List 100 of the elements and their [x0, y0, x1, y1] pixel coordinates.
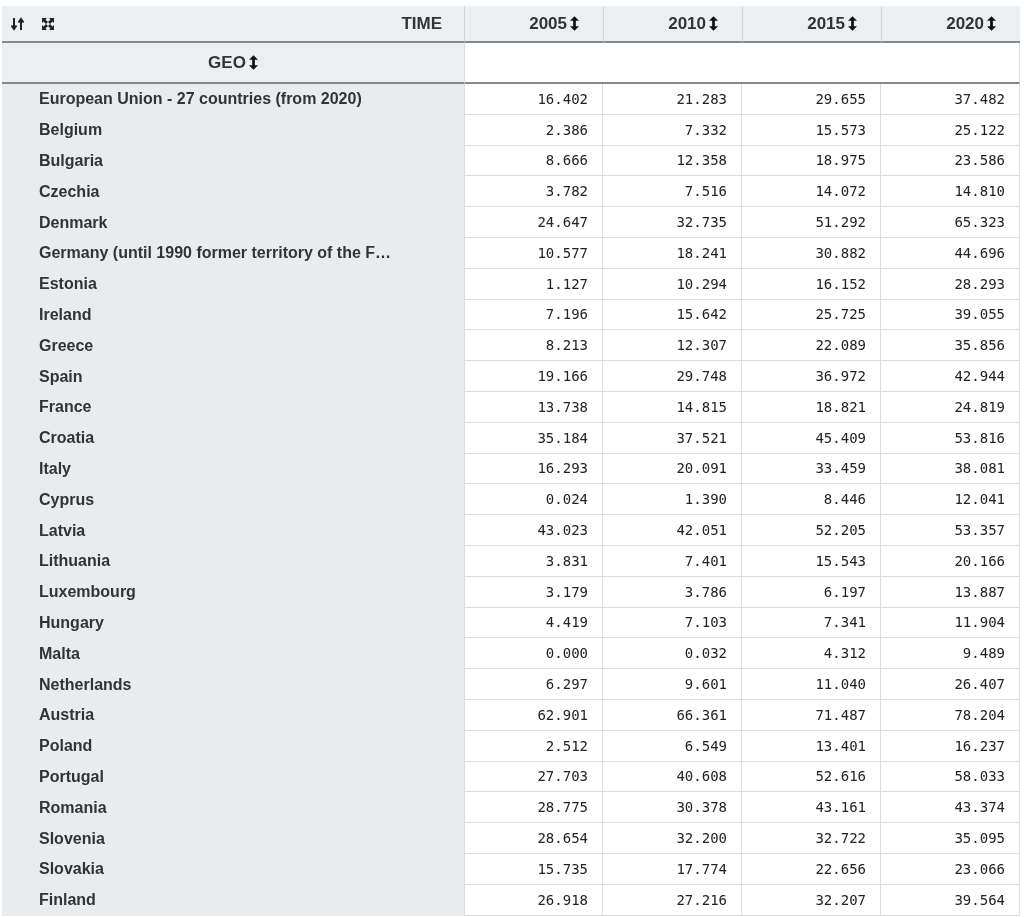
table-cell: 0.024 — [464, 484, 603, 516]
table-cell: 14.072 — [742, 176, 881, 208]
table-cell: 15.642 — [603, 299, 742, 331]
table-cell: 45.409 — [742, 422, 881, 454]
column-header[interactable]: 2010 — [603, 6, 742, 43]
table-cell: 53.816 — [881, 422, 1020, 454]
table-cell: 32.207 — [742, 884, 881, 916]
table-cell: 16.152 — [742, 268, 881, 300]
sort-icon[interactable] — [848, 16, 857, 31]
table-cell: 27.216 — [603, 884, 742, 916]
table-cell: 30.882 — [742, 238, 881, 269]
row-label: Italy — [2, 453, 464, 485]
row-label: Austria — [2, 699, 464, 731]
table-cell: 18.821 — [742, 391, 881, 423]
row-label: Spain — [2, 361, 464, 392]
table-cell: 53.357 — [881, 515, 1020, 546]
table-cell: 2.512 — [464, 730, 603, 762]
table-cell: 0.032 — [603, 638, 742, 670]
table-cell: 20.166 — [881, 545, 1020, 577]
table-cell: 39.055 — [881, 299, 1020, 331]
row-label: Croatia — [2, 422, 464, 454]
sort-icon[interactable] — [709, 16, 718, 31]
table-cell: 7.401 — [603, 545, 742, 577]
table-cell: 6.297 — [464, 669, 603, 700]
table-cell: 25.122 — [881, 114, 1020, 146]
row-label: Portugal — [2, 761, 464, 793]
table-cell: 28.654 — [464, 823, 603, 854]
row-label: Poland — [2, 730, 464, 762]
table-cell: 7.341 — [742, 607, 881, 639]
table-cell: 10.577 — [464, 238, 603, 269]
table-cell: 30.378 — [603, 792, 742, 824]
table-cell: 32.735 — [603, 207, 742, 238]
table-cell: 11.904 — [881, 607, 1020, 639]
expand-icon[interactable] — [41, 16, 55, 31]
table-cell: 3.786 — [603, 576, 742, 608]
table-cell: 12.307 — [603, 330, 742, 362]
table-cell: 65.323 — [881, 207, 1020, 238]
table-cell: 23.066 — [881, 853, 1020, 885]
table-cell: 37.482 — [881, 84, 1020, 115]
table-cell: 38.081 — [881, 453, 1020, 485]
row-label: Denmark — [2, 207, 464, 238]
table-cell: 35.856 — [881, 330, 1020, 362]
row-label: Germany (until 1990 former territory of the F… — [2, 238, 464, 269]
table-cell: 35.184 — [464, 422, 603, 454]
column-header[interactable]: 2005 — [464, 6, 603, 43]
row-label: Slovakia — [2, 853, 464, 885]
swap-icon[interactable] — [11, 16, 25, 31]
table-cell: 43.161 — [742, 792, 881, 824]
table-cell: 12.358 — [603, 145, 742, 177]
table-cell: 7.516 — [603, 176, 742, 208]
table-cell: 16.402 — [464, 84, 603, 115]
table-cell: 12.041 — [881, 484, 1020, 516]
sort-icon[interactable] — [248, 55, 258, 70]
row-label: Finland — [2, 884, 464, 916]
table-cell: 44.696 — [881, 238, 1020, 269]
table-cell: 9.489 — [881, 638, 1020, 670]
row-header[interactable]: GEO — [2, 43, 464, 84]
row-label: Luxembourg — [2, 576, 464, 608]
table-cell: 3.831 — [464, 545, 603, 577]
table-cell: 18.975 — [742, 145, 881, 177]
table-cell: 42.944 — [881, 361, 1020, 392]
table-cell: 39.564 — [881, 884, 1020, 916]
table-cell: 14.815 — [603, 391, 742, 423]
table-cell: 6.549 — [603, 730, 742, 762]
table-cell: 22.656 — [742, 853, 881, 885]
table-cell: 3.179 — [464, 576, 603, 608]
row-label: Czechia — [2, 176, 464, 208]
table-cell: 51.292 — [742, 207, 881, 238]
table-cell: 22.089 — [742, 330, 881, 362]
dimension-label: TIME — [401, 13, 442, 34]
column-header[interactable]: 2020 — [881, 6, 1020, 43]
table-cell: 4.419 — [464, 607, 603, 639]
table-cell: 29.748 — [603, 361, 742, 392]
table-cell: 17.774 — [603, 853, 742, 885]
table-cell: 15.735 — [464, 853, 603, 885]
sort-icon[interactable] — [987, 16, 996, 31]
table-cell: 32.200 — [603, 823, 742, 854]
table-cell: 16.237 — [881, 730, 1020, 762]
table-cell: 18.241 — [603, 238, 742, 269]
table-cell: 26.407 — [881, 669, 1020, 700]
table-cell: 40.608 — [603, 761, 742, 793]
table-cell: 8.446 — [742, 484, 881, 516]
table-cell: 4.312 — [742, 638, 881, 670]
row-label: France — [2, 391, 464, 423]
table-cell: 33.459 — [742, 453, 881, 485]
column-header[interactable]: 2015 — [742, 6, 881, 43]
row-label: Latvia — [2, 515, 464, 546]
table-cell: 2.386 — [464, 114, 603, 146]
table-cell: 52.205 — [742, 515, 881, 546]
table-cell: 23.586 — [881, 145, 1020, 177]
table-cell: 1.127 — [464, 268, 603, 300]
table-cell: 13.401 — [742, 730, 881, 762]
table-cell: 36.972 — [742, 361, 881, 392]
table-cell: 66.361 — [603, 699, 742, 731]
row-label: Lithuania — [2, 545, 464, 577]
table-cell: 8.213 — [464, 330, 603, 362]
row-label: Slovenia — [2, 823, 464, 854]
sort-icon[interactable] — [570, 16, 579, 31]
table-cell: 7.196 — [464, 299, 603, 331]
row-label: Cyprus — [2, 484, 464, 516]
